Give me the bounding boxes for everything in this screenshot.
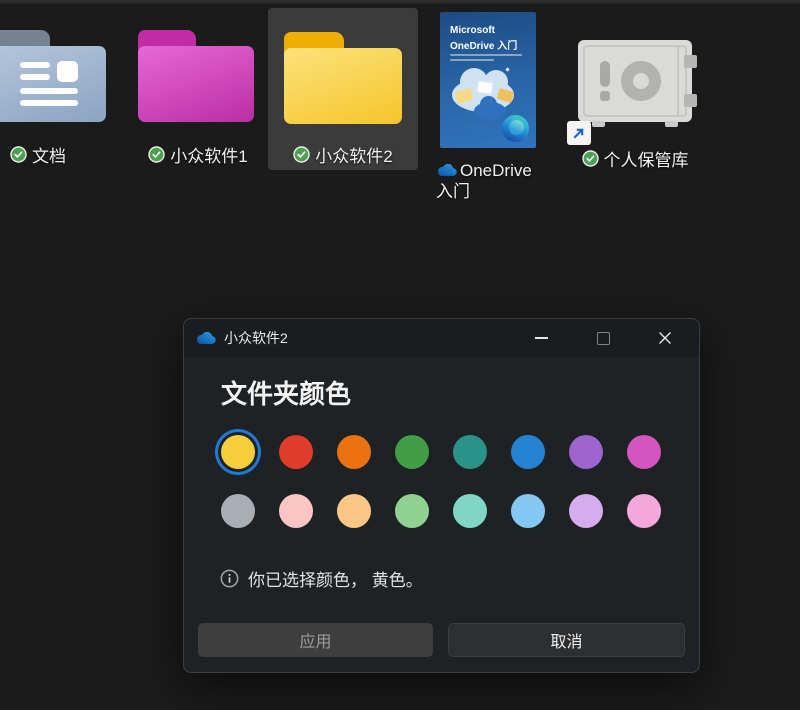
maximize-icon (597, 332, 610, 345)
close-icon (658, 331, 672, 345)
color-swatch-row1-6[interactable] (511, 435, 545, 469)
minimize-button[interactable] (517, 319, 565, 357)
document-lines-glyph (20, 62, 78, 110)
desktop-item-folder1[interactable]: 小众软件1 (138, 30, 258, 167)
color-swatch-row1-2[interactable] (279, 435, 313, 469)
color-swatch-row2-6[interactable] (511, 494, 545, 528)
color-swatch-row1-7[interactable] (569, 435, 603, 469)
color-swatch-row2-3[interactable] (337, 494, 371, 528)
desktop-item-folder2-selected[interactable]: 小众软件2 (268, 8, 418, 170)
shortcut-arrow-icon (567, 121, 591, 145)
synced-check-icon (582, 150, 599, 167)
cover-title-line1: Microsoft (450, 25, 495, 36)
desktop-item-onedrive-doc[interactable]: Microsoft OneDrive 入门 OneDrive 入门 (436, 12, 540, 202)
info-icon (220, 569, 239, 588)
color-swatch-row2-5[interactable] (453, 494, 487, 528)
color-swatch-row2-2[interactable] (279, 494, 313, 528)
folder-color-dialog: 小众软件2 文件夹颜色 你已选择颜色， 黄色。 (183, 318, 700, 673)
pink-folder-icon (138, 30, 254, 122)
desktop: 文档 小众软件1 小众软件2 (0, 0, 800, 710)
color-swatch-row1-8[interactable] (627, 435, 661, 469)
synced-check-icon (148, 146, 165, 163)
dialog-title: 小众软件2 (224, 328, 288, 348)
minimize-icon (535, 337, 548, 339)
color-swatch-row1-1-selected[interactable] (221, 435, 255, 469)
selection-info-text: 你已选择颜色， 黄色。 (248, 566, 423, 591)
yellow-folder-icon (284, 32, 402, 124)
vault-safe-icon (578, 40, 692, 122)
onedrive-cloud-icon (195, 331, 216, 345)
color-swatch-row1-3[interactable] (337, 435, 371, 469)
dialog-heading: 文件夹颜色 (221, 374, 351, 411)
onedrive-cloud-icon (436, 163, 457, 177)
item-label: 小众软件1 (170, 142, 247, 167)
item-label: 个人保管库 (604, 146, 689, 171)
dialog-titlebar[interactable]: 小众软件2 (184, 319, 699, 357)
color-swatch-row2-8[interactable] (627, 494, 661, 528)
item-label: 文档 (32, 142, 66, 167)
edge-logo-icon (502, 115, 529, 142)
cancel-button[interactable]: 取消 (448, 623, 685, 657)
apply-button[interactable]: 应用 (198, 623, 433, 657)
color-swatch-row2-4[interactable] (395, 494, 429, 528)
selection-info: 你已选择颜色， 黄色。 (220, 566, 423, 591)
desktop-item-documents[interactable]: 文档 (0, 30, 108, 167)
color-row-2 (221, 494, 661, 528)
documents-folder-icon (0, 30, 106, 122)
color-swatch-row2-7[interactable] (569, 494, 603, 528)
maximize-button[interactable] (579, 319, 627, 357)
onedrive-doc-thumbnail: Microsoft OneDrive 入门 (440, 12, 536, 148)
desktop-item-personal-vault[interactable]: 个人保管库 (566, 30, 704, 170)
window-top-edge (0, 0, 800, 4)
color-swatch-row1-5[interactable] (453, 435, 487, 469)
color-swatch-row2-1[interactable] (221, 494, 255, 528)
close-button[interactable] (641, 319, 689, 357)
synced-check-icon (293, 146, 310, 163)
cover-title-line2: OneDrive 入门 (450, 37, 517, 52)
color-swatch-row1-4[interactable] (395, 435, 429, 469)
item-label: 小众软件2 (315, 142, 392, 167)
color-row-1 (221, 435, 661, 469)
synced-check-icon (10, 146, 27, 163)
